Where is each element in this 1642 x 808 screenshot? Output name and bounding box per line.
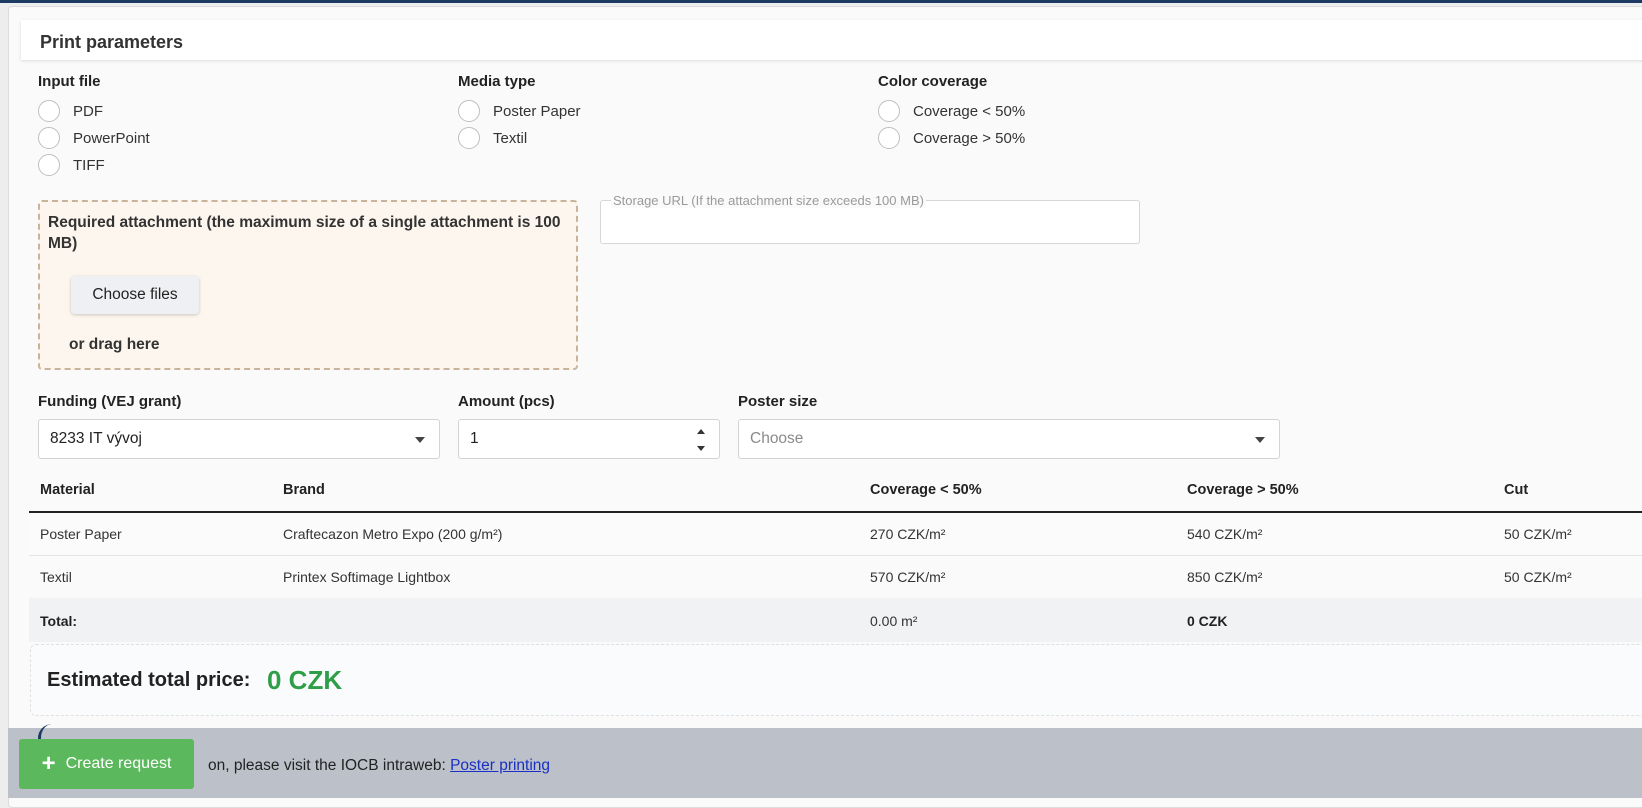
total-area: 0.00 m²: [870, 613, 918, 629]
drag-here-text: or drag here: [69, 336, 160, 353]
table-cell: 850 CZK/m²: [1187, 569, 1263, 585]
total-label: Total:: [40, 613, 78, 629]
table-header-coverage-below: Coverage < 50%: [870, 482, 982, 498]
color-coverage-title: Color coverage: [878, 73, 988, 90]
plus-icon: +: [41, 750, 56, 777]
section-title: Print parameters: [40, 32, 184, 52]
footer-info-prefix: on, please visit the IOCB intraweb:: [208, 757, 451, 774]
attachment-instructions: Required attachment (the maximum size of…: [48, 214, 561, 252]
radio-label: Poster Paper: [493, 102, 581, 120]
chevron-down-icon: [1255, 437, 1265, 443]
row-divider: [29, 555, 1642, 556]
radio-circle[interactable]: [38, 154, 60, 176]
radio-circle[interactable]: [878, 100, 900, 122]
poster-size-select[interactable]: Choose: [738, 419, 1280, 459]
card-header: [21, 20, 1642, 60]
total-price: 0 CZK: [1187, 613, 1228, 629]
amount-label: Amount (pcs): [458, 393, 555, 410]
table-cell: 50 CZK/m²: [1504, 569, 1572, 585]
table-cell: Poster Paper: [40, 526, 122, 542]
table-header-material: Material: [40, 482, 95, 498]
radio-label: Coverage < 50%: [913, 102, 1026, 120]
table-cell: Textil: [40, 569, 72, 585]
table-cell: 270 CZK/m²: [870, 526, 946, 542]
footer-info-text: on, please visit the IOCB intraweb: Post…: [208, 757, 550, 775]
attachment-dropzone[interactable]: Required attachment (the maximum size of…: [38, 200, 578, 370]
radio-label: PDF: [73, 102, 103, 120]
poster-size-label: Poster size: [738, 393, 818, 410]
input-file-title: Input file: [38, 73, 101, 90]
funding-select[interactable]: 8233 IT vývoj: [38, 419, 440, 459]
storage-url-label: Storage URL (If the attachment size exce…: [611, 193, 926, 208]
radio-coverage-below-50[interactable]: Coverage < 50%: [878, 100, 1025, 122]
radio-media-textil[interactable]: Textil: [458, 127, 527, 149]
radio-circle[interactable]: [38, 100, 60, 122]
table-cell: Craftecazon Metro Expo (200 g/m²): [283, 526, 503, 542]
table-cell: 540 CZK/m²: [1187, 526, 1263, 542]
poster-size-placeholder: Choose: [750, 430, 804, 447]
top-accent-bar: [0, 0, 1642, 3]
create-request-button[interactable]: + Create request: [19, 739, 194, 789]
table-cell: 570 CZK/m²: [870, 569, 946, 585]
radio-label: Coverage > 50%: [913, 129, 1026, 147]
table-header-cut: Cut: [1504, 482, 1529, 498]
radio-circle[interactable]: [458, 100, 480, 122]
radio-coverage-above-50[interactable]: Coverage > 50%: [878, 127, 1025, 149]
table-row: [29, 513, 1642, 555]
table-cell: 50 CZK/m²: [1504, 526, 1572, 542]
media-type-title: Media type: [458, 73, 536, 90]
radio-circle[interactable]: [38, 127, 60, 149]
radio-input-pdf[interactable]: PDF: [38, 100, 103, 122]
radio-label: TIFF: [73, 156, 105, 174]
amount-stepper[interactable]: 1: [458, 419, 720, 459]
funding-value: 8233 IT vývoj: [50, 430, 142, 447]
radio-media-poster-paper[interactable]: Poster Paper: [458, 100, 581, 122]
funding-label: Funding (VEJ grant): [38, 393, 182, 410]
chevron-down-icon: [415, 437, 425, 443]
table-cell: Printex Softimage Lightbox: [283, 569, 451, 585]
estimated-price-label: Estimated total price:: [47, 669, 251, 691]
estimated-price-value: 0 CZK: [267, 665, 343, 695]
table-total-row: [29, 598, 1642, 642]
radio-input-tiff[interactable]: TIFF: [38, 154, 105, 176]
table-header-brand: Brand: [283, 482, 325, 498]
create-request-label: Create request: [65, 755, 172, 772]
choose-files-button[interactable]: Choose files: [71, 276, 199, 314]
decrement-icon[interactable]: [697, 446, 705, 451]
radio-label: Textil: [493, 129, 528, 147]
poster-printing-link[interactable]: Poster printing: [450, 757, 550, 774]
increment-icon[interactable]: [697, 429, 705, 434]
radio-label: PowerPoint: [73, 129, 150, 147]
radio-circle[interactable]: [458, 127, 480, 149]
radio-circle[interactable]: [878, 127, 900, 149]
radio-input-powerpoint[interactable]: PowerPoint: [38, 127, 150, 149]
table-header-coverage-above: Coverage > 50%: [1187, 482, 1299, 498]
amount-value: 1: [470, 430, 479, 447]
